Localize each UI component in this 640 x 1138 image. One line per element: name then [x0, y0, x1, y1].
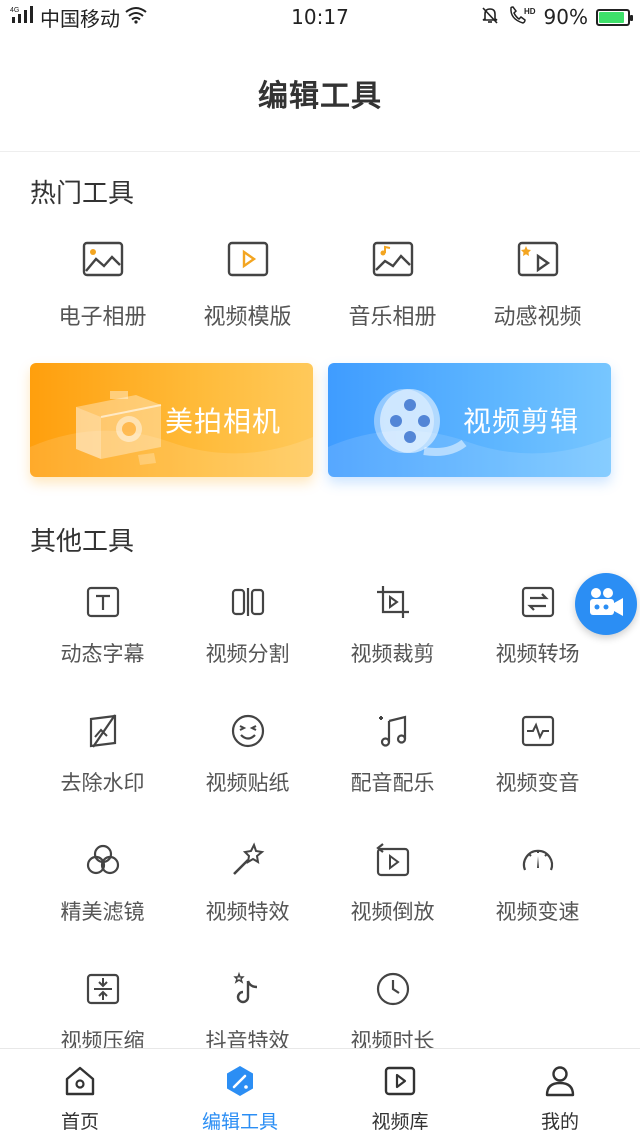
nav-edit-tools[interactable]: 编辑工具 — [160, 1049, 320, 1138]
svg-text:4G: 4G — [10, 7, 19, 14]
tool-video-crop[interactable]: 视频裁剪 — [320, 580, 465, 668]
tool-label: 精美滤镜 — [60, 900, 145, 924]
tool-dubbing-music[interactable]: 配音配乐 — [320, 709, 465, 797]
dynamic-video-icon — [516, 237, 560, 281]
tool-video-reverse[interactable]: 视频倒放 — [320, 838, 465, 926]
signal-icon: 4G — [10, 5, 36, 30]
nav-label: 首页 — [60, 1111, 99, 1133]
video-edit-banner-label: 视频剪辑 — [462, 405, 579, 438]
reverse-play-icon — [371, 838, 415, 882]
hot-tools-title: 热门工具 — [30, 179, 135, 209]
tool-remove-watermark[interactable]: 去除水印 — [30, 709, 175, 797]
tool-label: 视频特效 — [205, 900, 290, 924]
tool-tiktok-effect[interactable]: 抖音特效 — [175, 967, 320, 1055]
tool-video-effect[interactable]: 视频特效 — [175, 838, 320, 926]
tiktok-icon — [226, 967, 270, 1011]
status-right: HD 90% — [480, 5, 633, 30]
svg-text:HD: HD — [524, 7, 536, 16]
tool-label: 去除水印 — [60, 771, 145, 795]
nav-label: 我的 — [540, 1111, 579, 1133]
music-image-icon — [371, 237, 415, 281]
magic-wand-icon — [226, 838, 270, 882]
video-camera-fab[interactable] — [575, 573, 637, 635]
music-note-icon — [371, 709, 415, 753]
tool-label: 视频变速 — [495, 900, 580, 924]
tool-label: 视频转场 — [495, 642, 580, 666]
status-left: 4G 中国移动 — [10, 3, 148, 32]
tool-label: 视频分割 — [205, 642, 290, 666]
battery-percent: 90% — [543, 5, 588, 29]
tool-filter[interactable]: 精美滤镜 — [30, 838, 175, 926]
tool-video-sticker[interactable]: 视频贴纸 — [175, 709, 320, 797]
tool-electronic-album[interactable]: 电子相册 — [30, 237, 175, 331]
clock-icon — [371, 967, 415, 1011]
nav-profile[interactable]: 我的 — [480, 1049, 640, 1138]
text-icon — [81, 580, 125, 624]
bottom-nav: 首页 编辑工具 视频库 我的 — [0, 1048, 640, 1138]
camera-banner[interactable]: 美拍相机 — [30, 363, 313, 477]
nav-video-library[interactable]: 视频库 — [320, 1049, 480, 1138]
tool-voice-change[interactable]: 视频变音 — [465, 709, 610, 797]
hd-call-icon: HD — [508, 5, 536, 30]
tool-label: 音乐相册 — [348, 305, 437, 330]
edit-tool-icon — [222, 1063, 258, 1099]
split-icon — [226, 580, 270, 624]
voice-change-icon — [516, 709, 560, 753]
camera-banner-label: 美拍相机 — [164, 405, 281, 438]
nav-label: 视频库 — [371, 1111, 429, 1133]
battery-icon — [596, 8, 633, 26]
tool-video-template[interactable]: 视频模版 — [175, 237, 320, 331]
status-bar: 4G 中国移动 10:17 HD 90% — [0, 0, 640, 34]
speed-gauge-icon — [516, 838, 560, 882]
filter-icon — [81, 838, 125, 882]
other-tools-title: 其他工具 — [30, 527, 135, 557]
tool-video-duration[interactable]: 视频时长 — [320, 967, 465, 1055]
tool-video-split[interactable]: 视频分割 — [175, 580, 320, 668]
tool-label: 视频模版 — [203, 305, 292, 330]
battery-fill — [599, 11, 624, 23]
video-library-icon — [382, 1063, 418, 1099]
camera-icon — [66, 377, 176, 473]
carrier-name: 中国移动 — [40, 6, 120, 31]
tool-video-compress[interactable]: 视频压缩 — [30, 967, 175, 1055]
compress-icon — [81, 967, 125, 1011]
tool-label: 电子相册 — [58, 305, 147, 330]
wifi-icon — [124, 5, 148, 29]
nav-home[interactable]: 首页 — [0, 1049, 160, 1138]
user-icon — [542, 1063, 578, 1099]
video-edit-banner[interactable]: 视频剪辑 — [328, 363, 611, 477]
crop-icon — [371, 580, 415, 624]
nav-label: 编辑工具 — [201, 1111, 278, 1133]
film-reel-icon — [364, 377, 474, 473]
image-icon — [81, 237, 125, 281]
transition-icon — [516, 580, 560, 624]
video-camera-icon — [586, 585, 626, 623]
tool-label: 配音配乐 — [350, 771, 435, 795]
video-play-icon — [226, 237, 270, 281]
tool-label: 视频裁剪 — [350, 642, 435, 666]
watermark-remove-icon — [81, 709, 125, 753]
page-title: 编辑工具 — [258, 78, 382, 114]
tool-label: 动感视频 — [493, 305, 582, 330]
tool-label: 视频贴纸 — [205, 771, 290, 795]
tool-dynamic-video[interactable]: 动感视频 — [465, 237, 610, 331]
tool-label: 视频变音 — [495, 771, 580, 795]
tool-video-speed[interactable]: 视频变速 — [465, 838, 610, 926]
tool-dynamic-subtitle[interactable]: 动态字幕 — [30, 580, 175, 668]
tool-music-album[interactable]: 音乐相册 — [320, 237, 465, 331]
bell-muted-icon — [480, 5, 500, 30]
header: 编辑工具 — [0, 34, 640, 152]
tool-label: 视频倒放 — [350, 900, 435, 924]
sticker-icon — [226, 709, 270, 753]
tool-label: 动态字幕 — [60, 642, 145, 666]
home-icon — [62, 1063, 98, 1099]
